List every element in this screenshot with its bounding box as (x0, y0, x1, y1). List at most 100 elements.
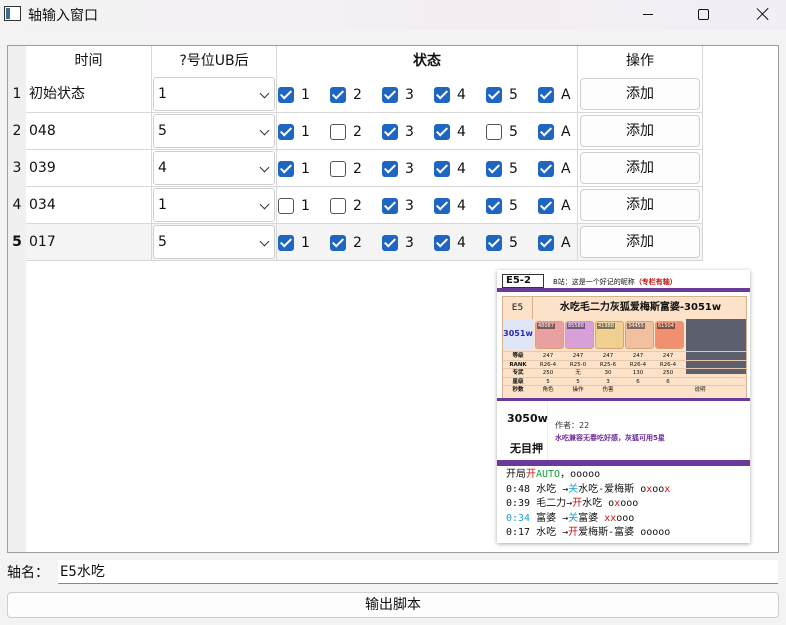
row-number[interactable]: 3 (8, 150, 26, 187)
row-number[interactable]: 5 (8, 224, 26, 261)
axis-preview-image: E5-2 B站：这是一个好记的昵称（专栏有轴） E5 水吃毛二力灰狐爱梅斯富婆-… (497, 270, 750, 543)
checkbox-label: A (561, 86, 571, 103)
checkbox-checked-icon (278, 123, 294, 140)
header-status[interactable]: 状态 (277, 46, 578, 76)
ub-position-select[interactable]: 5 (153, 225, 275, 259)
ub-position-select[interactable]: 1 (153, 188, 275, 222)
ub-position-select[interactable]: 4 (153, 151, 275, 185)
status-checkbox-A[interactable]: A (538, 187, 571, 224)
status-checkbox-A[interactable]: A (538, 113, 571, 150)
checkbox-label: 1 (301, 160, 310, 177)
checkbox-label: A (561, 197, 571, 214)
ub-position-select[interactable]: 5 (153, 114, 275, 148)
checkbox-unchecked-icon (330, 197, 346, 214)
preview-axis-lines: 开局开AUTO，ooooo 0:48 水吃 →关水吃-爱梅斯 oxoox 0:3… (506, 469, 671, 538)
checkbox-checked-icon (278, 86, 294, 103)
add-button[interactable]: 添加 (580, 189, 700, 221)
preview-stats-cell: 247 (632, 353, 644, 359)
ub-position-value: 4 (158, 160, 167, 176)
close-button[interactable] (740, 0, 786, 28)
add-button[interactable]: 添加 (580, 115, 700, 147)
minimize-button[interactable] (625, 0, 671, 28)
checkbox-checked-icon (486, 197, 502, 214)
header-ub[interactable]: ?号位UB后 (152, 46, 277, 76)
ub-position-value: 5 (158, 123, 167, 139)
maximize-button[interactable] (680, 0, 726, 28)
preview-stats-row: 秒数 角色 操作 伤害 说明 (503, 385, 747, 394)
preview-stats-cell: R25-6 (599, 361, 617, 368)
status-checkbox-3[interactable]: 3 (382, 187, 414, 224)
axis-name-input[interactable]: E5水吃 (58, 560, 778, 584)
status-checkbox-4[interactable]: 4 (434, 150, 466, 187)
status-checkbox-3[interactable]: 3 (382, 76, 414, 113)
checkbox-label: 1 (301, 123, 310, 140)
status-checkbox-5[interactable]: 5 (486, 113, 518, 150)
status-checkbox-3[interactable]: 3 (382, 224, 414, 261)
status-checkbox-4[interactable]: 4 (434, 76, 466, 113)
preview-boss-level: E5 (503, 297, 533, 319)
status-checkbox-5[interactable]: 5 (486, 224, 518, 261)
status-checkbox-1[interactable]: 1 (278, 76, 310, 113)
status-checkbox-A[interactable]: A (538, 76, 571, 113)
avatar-caption: 41988 (597, 323, 615, 329)
row-number[interactable]: 1 (8, 76, 26, 113)
preview-header: E5-2 B站：这是一个好记的昵称（专栏有轴） (497, 270, 750, 292)
app-icon (4, 6, 21, 21)
status-checkbox-5[interactable]: 5 (486, 76, 518, 113)
status-checkbox-4[interactable]: 4 (434, 187, 466, 224)
status-checkbox-1[interactable]: 1 (278, 150, 310, 187)
time-cell[interactable]: 034 (26, 187, 152, 224)
status-checkbox-4[interactable]: 4 (434, 224, 466, 261)
status-checkbox-2[interactable]: 2 (330, 187, 362, 224)
time-cell[interactable]: 039 (26, 150, 152, 187)
ub-position-value: 5 (158, 234, 167, 250)
status-checkbox-2[interactable]: 2 (330, 76, 362, 113)
status-checkbox-A[interactable]: A (538, 224, 571, 261)
preview-team-card: E5 水吃毛二力灰狐爱梅斯富婆-3051w 3051w 48087 85588 41… (502, 296, 747, 400)
preview-stats-cell: 5 (576, 378, 580, 385)
chevron-down-icon (259, 88, 270, 99)
add-button[interactable]: 添加 (580, 226, 700, 258)
preview-stats-cell: 伤害 (602, 387, 614, 393)
checkbox-label: 4 (457, 197, 466, 214)
time-cell[interactable]: 048 (26, 113, 152, 150)
checkbox-checked-icon (486, 160, 502, 177)
preview-note: B站：这是一个好记的昵称（专栏有轴） (553, 278, 677, 286)
status-checkbox-3[interactable]: 3 (382, 113, 414, 150)
status-checkbox-2[interactable]: 2 (330, 113, 362, 150)
status-checkbox-2[interactable]: 2 (330, 224, 362, 261)
axis-table: 时间 ?号位UB后 状态 操作 1 初始状态 1 1 2 3 4 5 A 添加 2 048 5 1 2 3 4 5… (7, 45, 779, 553)
time-cell[interactable]: 初始状态 (26, 76, 152, 113)
close-icon (756, 7, 770, 21)
status-cell (277, 150, 578, 187)
row-number[interactable]: 2 (8, 113, 26, 150)
status-checkbox-5[interactable]: 5 (486, 150, 518, 187)
time-cell[interactable]: 017 (26, 224, 152, 261)
checkbox-label: 3 (405, 123, 414, 140)
status-checkbox-1[interactable]: 1 (278, 113, 310, 150)
preview-stats-cell: 250 (542, 370, 554, 376)
status-checkbox-5[interactable]: 5 (486, 187, 518, 224)
checkbox-label: A (561, 234, 571, 251)
ub-position-select[interactable]: 1 (153, 77, 275, 111)
checkbox-label: 3 (405, 86, 414, 103)
status-checkbox-A[interactable]: A (538, 150, 571, 187)
checkbox-label: 4 (457, 123, 466, 140)
status-checkbox-2[interactable]: 2 (330, 150, 362, 187)
status-cell (277, 76, 578, 113)
status-checkbox-1[interactable]: 1 (278, 187, 310, 224)
preview-stats-cell: 6 (636, 378, 640, 385)
add-button[interactable]: 添加 (580, 152, 700, 184)
row-number[interactable]: 4 (8, 187, 26, 224)
add-button[interactable]: 添加 (580, 78, 700, 110)
export-script-button[interactable]: 输出脚本 (7, 592, 779, 618)
header-action[interactable]: 操作 (578, 46, 703, 76)
action-cell: 添加 (578, 113, 703, 150)
status-checkbox-4[interactable]: 4 (434, 113, 466, 150)
preview-team-name: 水吃毛二力灰狐爱梅斯富婆-3051w (559, 302, 722, 313)
checkbox-label: 2 (353, 160, 362, 177)
status-checkbox-3[interactable]: 3 (382, 150, 414, 187)
status-checkbox-1[interactable]: 1 (278, 224, 310, 261)
header-time[interactable]: 时间 (26, 46, 152, 76)
checkbox-checked-icon (538, 234, 554, 251)
